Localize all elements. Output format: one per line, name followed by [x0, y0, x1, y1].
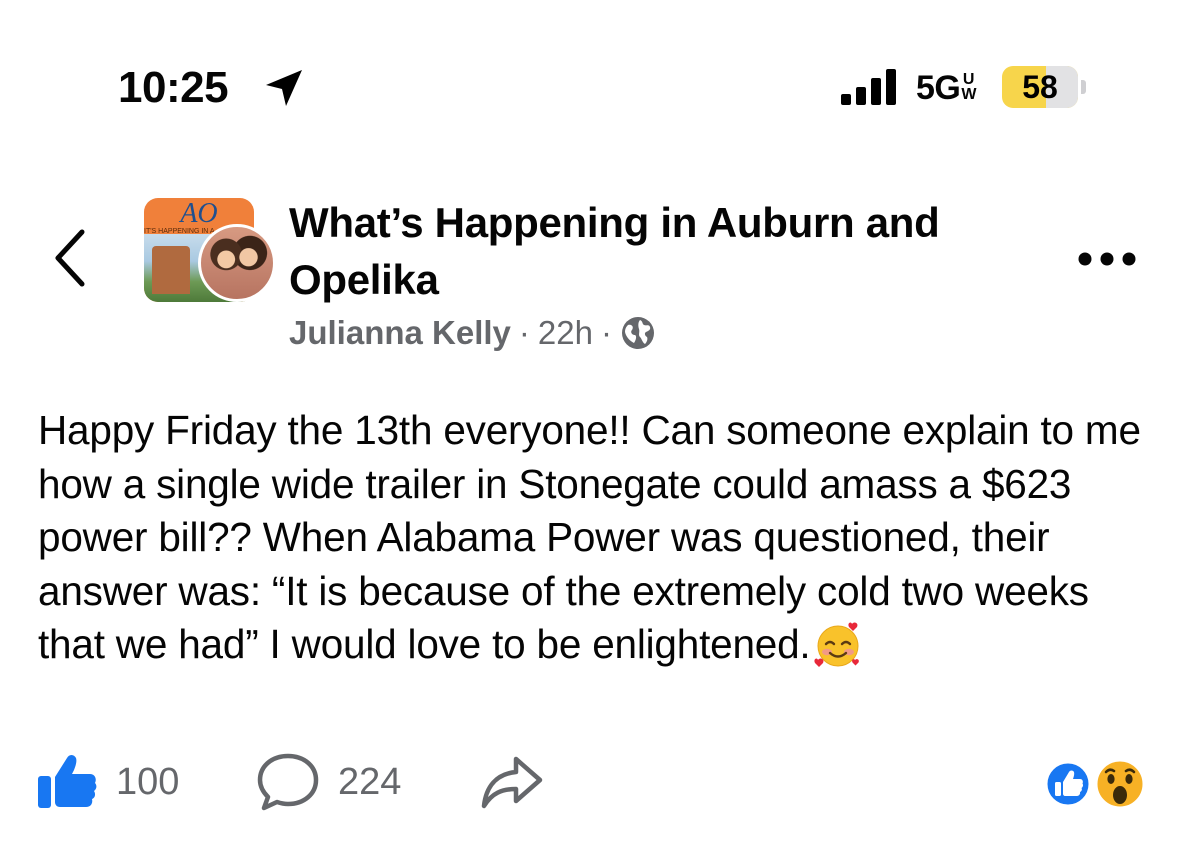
meta-separator: ·	[518, 314, 530, 351]
battery-cap	[1081, 80, 1086, 94]
status-time: 10:25	[118, 63, 229, 112]
group-avatar-tagline: IT'S HAPPENING IN A	[144, 228, 215, 235]
cellular-signal-icon	[841, 69, 896, 105]
group-name[interactable]: What’s Happening in Auburn and Opelika	[289, 194, 1049, 308]
network-type: 5G	[916, 69, 961, 107]
share-button[interactable]	[480, 754, 544, 810]
post-meta: Julianna Kelly · 22h ·	[289, 313, 656, 353]
network-band: UW	[961, 71, 976, 103]
smiling-face-with-hearts-icon	[813, 622, 859, 667]
network-indicator: 5G UW	[916, 68, 976, 108]
group-avatar-building	[152, 246, 190, 294]
comment-button[interactable]	[256, 752, 320, 812]
like-reaction-icon[interactable]	[1044, 760, 1092, 808]
post-time[interactable]: 22h	[538, 314, 593, 351]
back-button[interactable]	[46, 226, 94, 290]
author-avatar[interactable]	[198, 224, 276, 302]
like-count[interactable]: 100	[116, 760, 179, 804]
post-author[interactable]: Julianna Kelly	[289, 314, 511, 351]
battery-icon: 58	[1002, 66, 1078, 108]
wow-reaction-icon[interactable]	[1094, 758, 1146, 810]
comment-count[interactable]: 224	[338, 760, 401, 804]
meta-separator: ·	[600, 314, 612, 351]
more-options-button[interactable]	[1076, 248, 1138, 270]
post-text: Happy Friday the 13th everyone!! Can som…	[38, 407, 1141, 667]
like-button[interactable]	[36, 752, 98, 810]
location-arrow-icon	[266, 70, 302, 106]
globe-icon	[621, 317, 654, 349]
battery-level: 58	[1022, 69, 1058, 105]
post-body: Happy Friday the 13th everyone!! Can som…	[38, 404, 1148, 672]
